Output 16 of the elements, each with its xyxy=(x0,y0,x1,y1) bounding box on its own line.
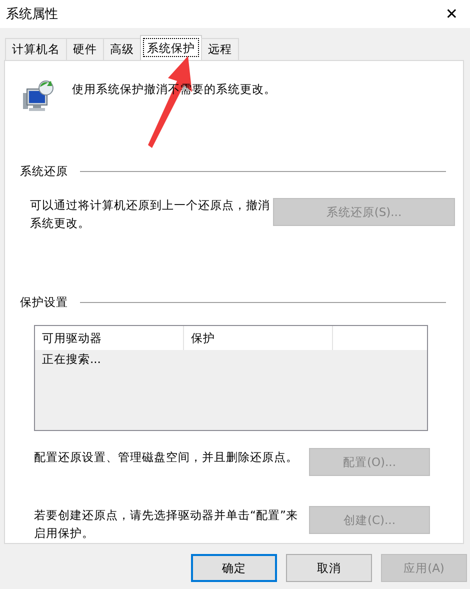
column-header[interactable]: 保护 xyxy=(184,326,334,350)
section-heading: 系统还原 xyxy=(20,164,68,179)
close-button[interactable]: ✕ xyxy=(439,5,464,23)
section-heading: 保护设置 xyxy=(20,295,68,310)
description-text: 若要创建还原点，请先选择驱动器并单击“配置”来启用保护。 xyxy=(34,507,299,542)
dialog-button[interactable]: 取消 xyxy=(286,554,372,582)
column-header[interactable]: 可用驱动器 xyxy=(35,326,184,350)
description-text: 配置还原设置、管理磁盘空间，并且删除还原点。 xyxy=(34,449,299,466)
dialog-button[interactable]: 确定 xyxy=(191,554,277,582)
computer-restore-icon xyxy=(21,79,55,113)
window-title: 系统属性 xyxy=(6,6,58,23)
tab[interactable]: 远程 xyxy=(201,38,239,60)
table-cell: 正在搜索... xyxy=(42,352,101,366)
tab[interactable]: 系统保护 xyxy=(140,35,202,60)
description-text: 可以通过将计算机还原到上一个还原点，撤消系统更改。 xyxy=(30,197,270,232)
tab[interactable]: 计算机名 xyxy=(5,38,67,60)
